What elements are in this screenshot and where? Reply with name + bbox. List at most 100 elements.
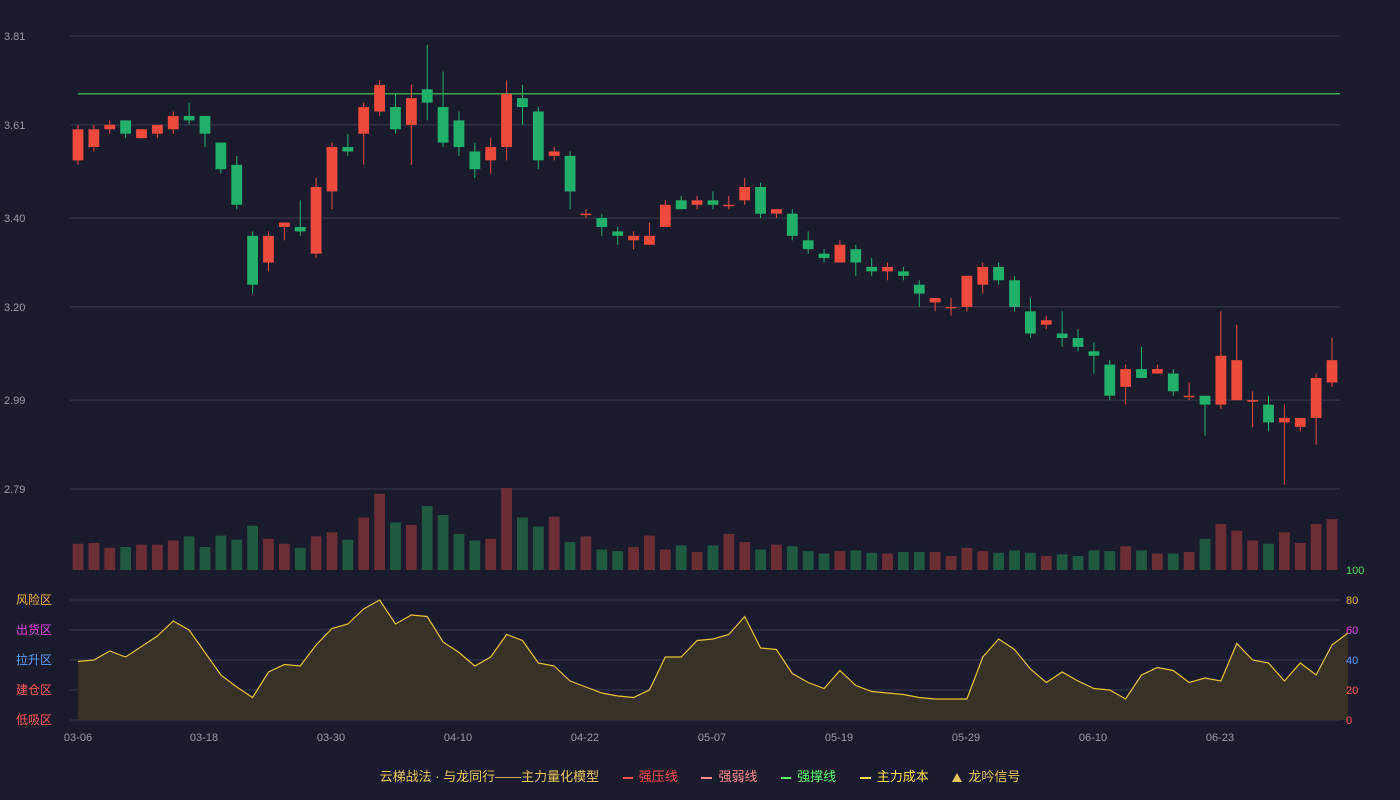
volume-bar [644, 535, 655, 570]
volume-bar [691, 551, 703, 570]
volume-bar [183, 536, 195, 570]
candle-body [326, 147, 338, 192]
legend-item-main-cost[interactable]: 主力成本 [859, 766, 929, 785]
volume-bar [882, 553, 893, 570]
volume-bar [1278, 532, 1290, 570]
volume-bar [945, 556, 957, 570]
volume-bar [1199, 538, 1211, 570]
volume-bar [151, 544, 163, 570]
candle-body [136, 129, 147, 139]
zone-labels: 风险区出货区拉升区建仓区低吸区 [16, 592, 52, 727]
candle-body [612, 231, 624, 236]
volume-bar [675, 545, 687, 570]
candle-body [517, 98, 528, 108]
volume-bar [707, 545, 719, 570]
candle-body [421, 89, 433, 103]
candle-body [1072, 338, 1084, 347]
volume-bar [993, 552, 1005, 570]
candle-body [215, 142, 227, 170]
indicator-tick-label: 60 [1346, 625, 1358, 637]
candle-body [374, 84, 385, 112]
volume-bar [1136, 550, 1147, 570]
volume-bar [167, 540, 179, 570]
date-tick-label: 06-10 [1079, 732, 1107, 744]
volume-bar [818, 553, 830, 570]
date-tick-label: 03-18 [190, 732, 218, 744]
indicator-axis-labels: 100 80 60 40 20 0 [1346, 565, 1364, 727]
legend-item-strength-line[interactable]: 强弱线 [701, 766, 757, 785]
candle-body [1278, 417, 1290, 423]
candle-body [644, 235, 655, 245]
volume-bar [802, 551, 814, 570]
candle-body [723, 204, 735, 207]
candle-body [120, 120, 132, 134]
legend-item-support-line[interactable]: 强撑线 [781, 766, 836, 785]
volume-bar [1088, 550, 1100, 570]
volume-bar [628, 547, 639, 570]
candle-body [1199, 395, 1211, 405]
price-grid [70, 35, 1340, 490]
candle-body [167, 115, 179, 130]
candle-body [1263, 404, 1274, 423]
volume-bar [1231, 530, 1243, 570]
volume-bar [929, 551, 941, 570]
price-axis-labels: 3.81 3.61 3.40 3.20 2.99 2.79 [4, 31, 25, 496]
candle-body [596, 218, 608, 227]
legend-item-dragon-signal[interactable]: 龙吟信号 [952, 766, 1020, 785]
candle-body [1326, 360, 1338, 383]
candle-body [913, 284, 925, 294]
volume-bar [1104, 551, 1116, 570]
volume-bar [199, 547, 211, 570]
volume-bar [1151, 553, 1163, 570]
candle-body [929, 298, 941, 303]
candle-body [390, 107, 401, 130]
date-tick-label: 04-10 [444, 732, 472, 744]
candle-body [263, 235, 274, 263]
volume-bar [1294, 542, 1306, 570]
price-tick-label: 3.40 [4, 213, 25, 225]
candle-body [977, 266, 989, 285]
legend-title: 云梯战法 · 与龙同行——主力量化模型 [379, 769, 600, 784]
candle-body [961, 275, 973, 307]
candle-body [1136, 369, 1147, 378]
volume-bar [1167, 553, 1179, 570]
legend: 云梯战法 · 与龙同行——主力量化模型 强压线 强弱线 强撑线 主力成本 龙吟信… [0, 766, 1400, 785]
zone-label: 风险区 [16, 592, 52, 607]
price-tick-label: 3.61 [4, 120, 25, 132]
volume-bar [294, 547, 306, 570]
candle-body [659, 204, 671, 227]
candle-body [1104, 364, 1116, 396]
volume-bar [1120, 546, 1132, 570]
volume-bar [310, 536, 322, 570]
price-tick-label: 2.99 [4, 395, 25, 407]
candle-body [104, 124, 116, 130]
candle-body [453, 120, 465, 148]
candle-body [183, 115, 195, 121]
candle-body [945, 306, 957, 309]
volume-bar [1326, 519, 1338, 570]
candlesticks [72, 44, 1338, 485]
volume-bar [421, 506, 433, 570]
volume-bar [1025, 552, 1036, 570]
volume-bar [913, 551, 925, 570]
zone-label: 拉升区 [16, 652, 52, 667]
candle-body [993, 266, 1005, 281]
volume-bar [1183, 551, 1195, 570]
candle-body [294, 226, 306, 232]
date-tick-label: 03-30 [317, 732, 345, 744]
volume-bar [1040, 556, 1052, 570]
volume-bar [850, 550, 862, 570]
candle-body [405, 98, 417, 125]
price-tick-label: 3.81 [4, 31, 25, 43]
candle-body [1151, 369, 1163, 374]
legend-item-strong-pressure[interactable]: 强压线 [622, 766, 678, 785]
volume-bar [532, 526, 544, 570]
volume-bar [437, 515, 449, 570]
candle-body [691, 200, 703, 205]
price-tick-label: 2.79 [4, 484, 25, 496]
volume-bar [1009, 550, 1020, 570]
candle-body [88, 129, 100, 148]
date-tick-label: 05-29 [952, 732, 980, 744]
volume-bar [1072, 556, 1084, 570]
date-tick-label: 05-07 [698, 732, 726, 744]
